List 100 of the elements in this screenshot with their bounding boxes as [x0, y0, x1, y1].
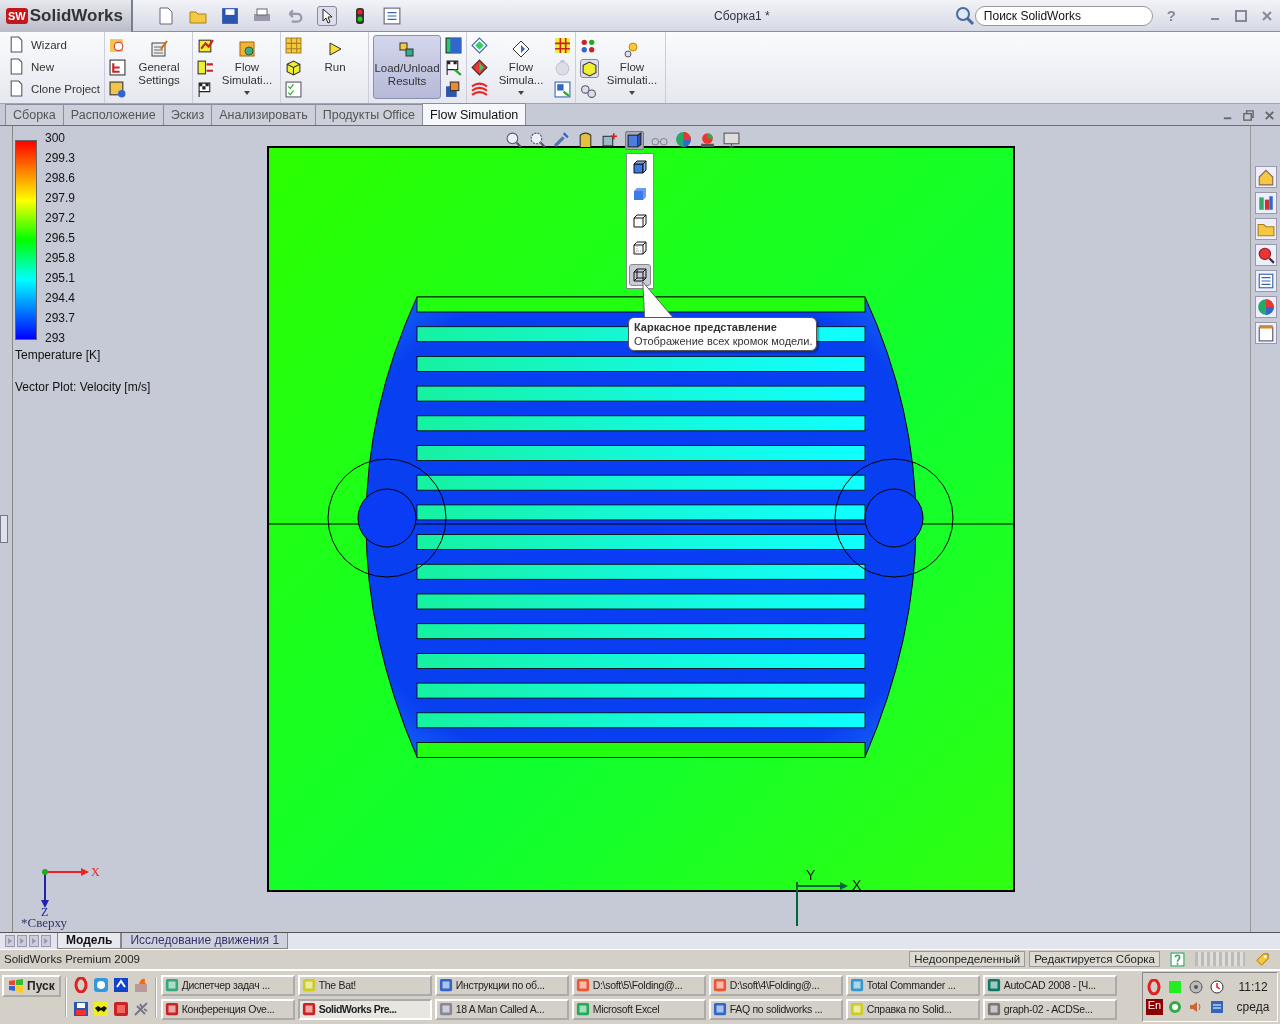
close-icon[interactable] [1260, 8, 1274, 23]
save-icon[interactable] [220, 6, 239, 25]
browser-icon[interactable] [72, 977, 89, 994]
scale-tick-label: 295.8 [45, 252, 75, 264]
resize-grip [1195, 952, 1245, 967]
previous-view-icon[interactable] [553, 131, 570, 148]
taskbar-button[interactable]: The Bat! [297, 974, 432, 996]
bubbles-icon[interactable] [580, 83, 597, 100]
ribbon-tab[interactable]: Сборка [5, 104, 64, 125]
monitor-icon[interactable] [723, 131, 740, 148]
app-icon [986, 1002, 1001, 1017]
ribbon-button[interactable]: New [4, 57, 58, 76]
library-icon[interactable] [1254, 192, 1277, 214]
clock-icon[interactable] [1209, 979, 1225, 996]
taskbar-button[interactable]: 18 A Man Called A... [434, 998, 569, 1020]
vector-plot-label: Vector Plot: Velocity [m/s] [15, 380, 151, 394]
run-button[interactable]: Run [306, 35, 364, 99]
app-logo-icon[interactable] [112, 1001, 129, 1018]
browser-icon[interactable] [1146, 979, 1162, 996]
options-icon[interactable] [382, 6, 401, 25]
document-tab[interactable]: Исследование движения 1 [121, 933, 289, 949]
taskbar-button[interactable]: D:\soft\5\Folding@... [571, 974, 706, 996]
speaker-icon[interactable] [1188, 979, 1204, 996]
taskbar-button[interactable]: AutoCAD 2008 - [Ч... [982, 974, 1117, 996]
diamond-icon[interactable] [471, 59, 488, 76]
ribbon-button[interactable]: Flow Simulati... [218, 35, 276, 99]
cursor-icon[interactable] [316, 5, 337, 26]
ribbon-button[interactable]: Flow Simulati... [603, 35, 661, 99]
notepad-icon[interactable] [1254, 322, 1277, 344]
export-icon[interactable] [554, 81, 571, 98]
save-results-icon[interactable] [445, 81, 462, 98]
checklist-icon[interactable] [285, 81, 302, 98]
ribbon-tab[interactable]: Эскиз [162, 104, 213, 125]
arrows-icon[interactable] [197, 59, 214, 76]
cube-icon [632, 267, 648, 283]
ribbon-button[interactable]: Load/Unload Results [373, 35, 441, 99]
taskbar-button[interactable]: graph-02 - ACDSe... [982, 998, 1117, 1020]
help-icon[interactable] [1170, 951, 1185, 967]
gradient-cube-icon[interactable] [445, 37, 462, 54]
ribbon-button[interactable]: Wizard [4, 35, 71, 54]
tree-icon[interactable] [109, 59, 126, 76]
scene-icon[interactable] [699, 131, 716, 148]
network-icon[interactable] [1209, 999, 1225, 1016]
clock-day: среда [1236, 1000, 1270, 1015]
taskbar-button[interactable]: FAQ по solidworks ... [708, 998, 843, 1020]
restore-icon[interactable] [1242, 109, 1255, 122]
display-style-icon[interactable] [625, 131, 644, 150]
document-tab[interactable]: Модель [57, 933, 122, 949]
search-icon[interactable] [1254, 244, 1277, 266]
color-ball-icon[interactable] [1254, 296, 1277, 318]
search-icon[interactable] [954, 5, 975, 26]
section-view-icon[interactable] [577, 131, 594, 148]
waves-icon[interactable] [471, 81, 488, 98]
zoom-area-icon[interactable] [529, 131, 546, 148]
taskbar-button[interactable]: SolidWorks Pre... [297, 998, 432, 1020]
search-field[interactable]: Поиск SolidWorks [974, 5, 1153, 26]
sync-icon[interactable] [112, 977, 129, 994]
chart-icon[interactable] [197, 37, 214, 54]
plane-icon[interactable] [132, 1001, 149, 1018]
ribbon-button[interactable]: Clone Project [4, 79, 105, 98]
ribbon-tab[interactable]: Flow Simulation [422, 103, 527, 125]
document-icon [8, 58, 25, 75]
tag-icon[interactable] [1255, 951, 1270, 967]
scale-tick-label: 297.9 [45, 192, 75, 204]
display-style-option[interactable] [629, 264, 651, 286]
ring-icon[interactable] [1167, 999, 1183, 1016]
taskbar-button[interactable]: Microsoft Excel [571, 998, 706, 1020]
ribbon-tab[interactable]: Расположение [62, 104, 164, 125]
flag-icon[interactable] [445, 59, 462, 76]
taskbar-button[interactable]: Инструкции по об... [434, 974, 569, 996]
save-icon[interactable] [72, 1001, 89, 1018]
zoom-fit-icon[interactable] [505, 131, 522, 148]
app-icon [986, 978, 1001, 993]
ribbon-button[interactable]: General Settings [130, 35, 188, 99]
taskbar-button[interactable]: Конференция Ove... [160, 998, 295, 1020]
document-icon [8, 80, 25, 97]
view-orientation-icon[interactable] [601, 131, 618, 148]
close-icon[interactable] [1263, 109, 1276, 122]
panel-handle[interactable] [0, 515, 8, 543]
taskbar-button[interactable]: D:\soft\4\Folding@... [708, 974, 843, 996]
mesh-box-icon[interactable] [285, 59, 302, 76]
home-icon[interactable] [1254, 166, 1277, 188]
list-icon[interactable] [1254, 270, 1277, 292]
bat-icon[interactable] [92, 1001, 109, 1018]
taskbar-button[interactable]: Total Commander ... [845, 974, 980, 996]
cube-icon[interactable] [109, 81, 126, 98]
color-ball-icon[interactable] [675, 131, 692, 148]
language-indicator[interactable]: En [1146, 999, 1163, 1016]
magnifier-icon[interactable] [109, 37, 126, 54]
ribbon-tab[interactable]: Продукты Office [314, 104, 424, 125]
maximize-icon[interactable] [1234, 8, 1248, 23]
taskbar-button[interactable]: Справка по Solid... [845, 998, 980, 1020]
ribbon-tab[interactable]: Анализировать [211, 104, 316, 125]
taskbar-button[interactable]: Диспетчер задач ... [160, 974, 295, 996]
color-grid-icon[interactable] [554, 37, 571, 54]
dots-icon[interactable] [580, 37, 597, 54]
mesh-box-icon[interactable] [580, 59, 599, 78]
ribbon-button[interactable]: Flow Simula... [492, 35, 550, 99]
start-button[interactable]: Пуск [2, 974, 61, 997]
document-icon[interactable] [156, 6, 175, 25]
